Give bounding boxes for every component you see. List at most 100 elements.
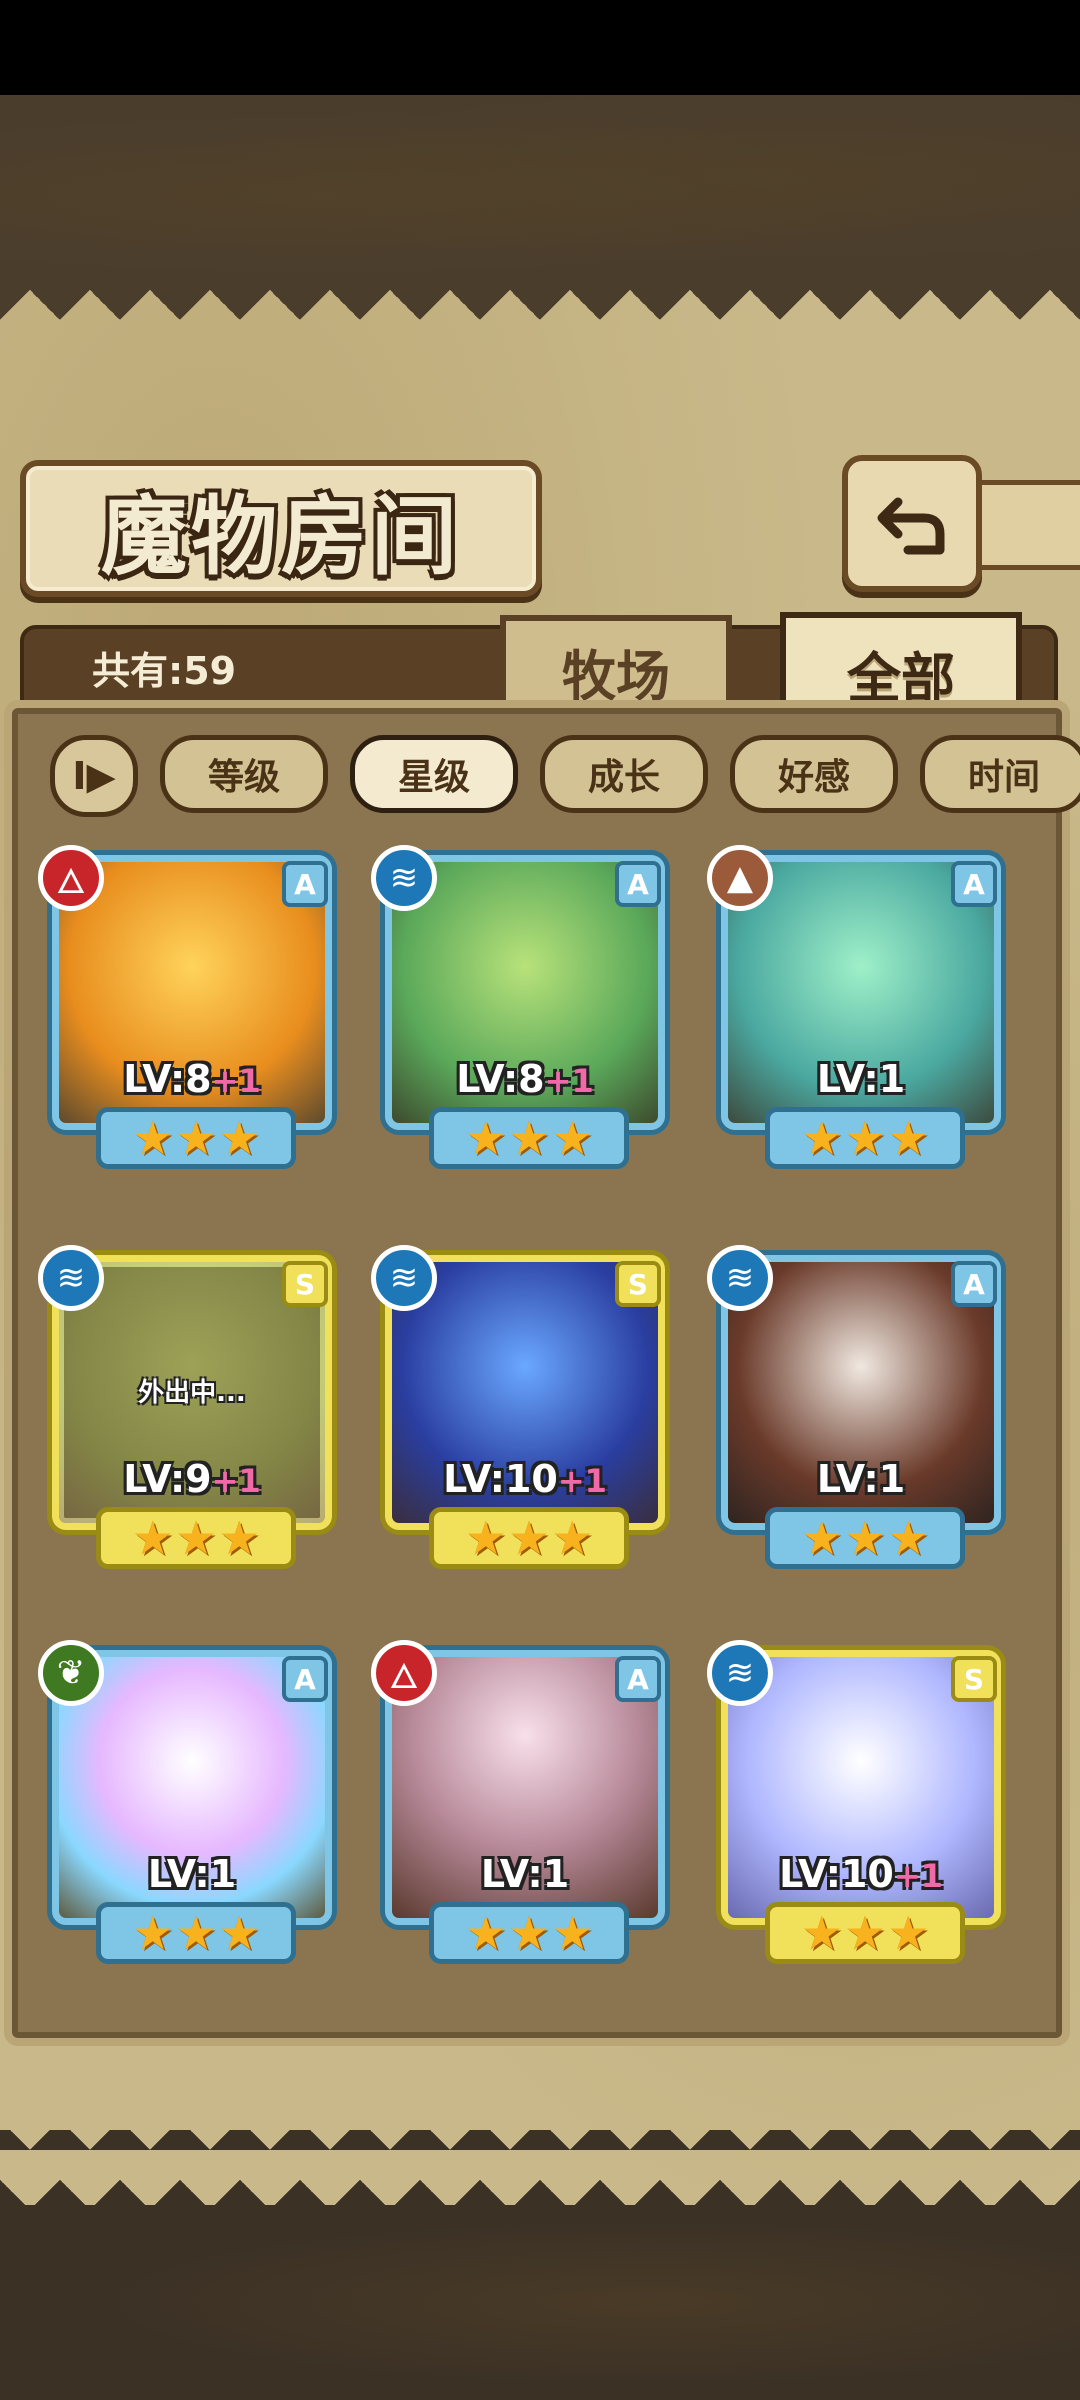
status-bar (0, 0, 1080, 95)
level-bonus: +1 (557, 1462, 607, 1500)
monster-level: LV:10+1 (392, 1457, 658, 1501)
star-icon: ★ (551, 1111, 593, 1165)
star-rating: ★ ★ ★ (429, 1507, 629, 1569)
leaf-icon: ❦ (38, 1640, 104, 1706)
water-waves-icon: ≋ (371, 845, 437, 911)
page-title: 魔物房间 (101, 486, 461, 587)
star-icon: ★ (218, 1111, 260, 1165)
star-icon: ★ (465, 1511, 507, 1565)
monster-card[interactable]: LV:10+1 S ≋ ★ ★ ★ (367, 1245, 667, 1575)
title-plate: 魔物房间 (20, 460, 542, 597)
star-icon: ★ (175, 1906, 217, 1960)
monster-level: LV:1 (728, 1457, 994, 1501)
level-bonus: +1 (211, 1462, 261, 1500)
monster-card[interactable]: LV:8+1 A ≋ ★ ★ ★ (367, 845, 667, 1175)
sort-stars-button[interactable]: 星级 (350, 735, 518, 813)
level-value: LV:1 (480, 1852, 570, 1896)
rank-badge: A (615, 1656, 661, 1702)
monster-card[interactable]: LV:1 A ▲ ★ ★ ★ (703, 845, 1003, 1175)
return-arrow-icon (877, 497, 945, 554)
star-rating: ★ ★ ★ (765, 1902, 965, 1964)
mountain-icon: ▲ (707, 845, 773, 911)
monster-card[interactable]: LV:1 A ❦ ★ ★ ★ (34, 1640, 334, 1970)
star-icon: ★ (844, 1111, 886, 1165)
monster-card[interactable]: LV:10+1 S ≋ ★ ★ ★ (703, 1640, 1003, 1970)
sort-affection-button[interactable]: 好感 (730, 735, 898, 813)
star-icon: ★ (218, 1511, 260, 1565)
back-button[interactable] (842, 455, 982, 592)
star-rating: ★ ★ ★ (96, 1107, 296, 1169)
star-icon: ★ (551, 1906, 593, 1960)
star-icon: ★ (175, 1511, 217, 1565)
water-waves-icon: ≋ (707, 1245, 773, 1311)
level-value: LV:8 (123, 1057, 212, 1101)
level-value: LV:1 (816, 1457, 906, 1501)
star-icon: ★ (887, 1511, 929, 1565)
star-rating: ★ ★ ★ (96, 1507, 296, 1569)
star-icon: ★ (844, 1906, 886, 1960)
monster-level: LV:1 (728, 1057, 994, 1101)
rank-badge: A (951, 861, 997, 907)
star-icon: ★ (132, 1906, 174, 1960)
level-value: LV:1 (816, 1057, 906, 1101)
monster-level: LV:1 (392, 1852, 658, 1896)
star-icon: ★ (801, 1511, 843, 1565)
monster-card[interactable]: 外出中... LV:9+1 S ≋ ★ ★ ★ (34, 1245, 334, 1575)
star-icon: ★ (508, 1111, 550, 1165)
star-icon: ★ (218, 1906, 260, 1960)
star-icon: ★ (175, 1111, 217, 1165)
sort-time-button[interactable]: 时间 (920, 735, 1080, 813)
star-icon: ★ (132, 1111, 174, 1165)
flame-icon: 🜂 (38, 845, 104, 911)
star-icon: ★ (887, 1906, 929, 1960)
star-icon: ★ (465, 1111, 507, 1165)
level-bonus: +1 (211, 1062, 261, 1100)
sort-growth-button[interactable]: 成长 (540, 735, 708, 813)
monster-card[interactable]: LV:8+1 A 🜂 ★ ★ ★ (34, 845, 334, 1175)
level-value: LV:8 (456, 1057, 545, 1101)
water-waves-icon: ≋ (371, 1245, 437, 1311)
water-waves-icon: ≋ (38, 1245, 104, 1311)
star-icon: ★ (465, 1906, 507, 1960)
rank-badge: A (951, 1261, 997, 1307)
level-value: LV:10 (779, 1852, 894, 1896)
back-button-strip (965, 480, 1080, 570)
star-rating: ★ ★ ★ (429, 1107, 629, 1169)
monster-level: LV:8+1 (59, 1057, 325, 1101)
star-icon: ★ (887, 1111, 929, 1165)
monster-card[interactable]: LV:1 A ≋ ★ ★ ★ (703, 1245, 1003, 1575)
star-rating: ★ ★ ★ (96, 1902, 296, 1964)
level-bonus: +1 (893, 1857, 943, 1895)
monster-level: LV:1 (59, 1852, 325, 1896)
water-waves-icon: ≋ (707, 1640, 773, 1706)
rank-badge: A (282, 1656, 328, 1702)
flame-icon: 🜂 (371, 1640, 437, 1706)
level-value: LV:10 (443, 1457, 558, 1501)
sort-bar: I▶ 等级 星级 成长 好感 时间 (50, 735, 1080, 817)
star-icon: ★ (551, 1511, 593, 1565)
map-background-bottom (0, 2205, 1080, 2400)
star-icon: ★ (801, 1906, 843, 1960)
torn-edge-top (0, 290, 1080, 335)
star-rating: ★ ★ ★ (429, 1902, 629, 1964)
map-background-top (0, 95, 1080, 295)
level-bonus: +1 (544, 1062, 594, 1100)
sort-order-toggle[interactable]: I▶ (50, 735, 138, 817)
monster-level: LV:10+1 (728, 1852, 994, 1896)
rank-badge: A (282, 861, 328, 907)
monster-level: LV:8+1 (392, 1057, 658, 1101)
monster-count: 共有:59 (92, 649, 237, 693)
rank-badge: A (615, 861, 661, 907)
sort-level-button[interactable]: 等级 (160, 735, 328, 813)
away-status-label: 外出中... (138, 1378, 246, 1408)
star-icon: ★ (508, 1511, 550, 1565)
monster-level: LV:9+1 (59, 1457, 325, 1501)
rank-badge: S (282, 1261, 328, 1307)
rank-badge: S (951, 1656, 997, 1702)
star-rating: ★ ★ ★ (765, 1107, 965, 1169)
monster-card[interactable]: LV:1 A 🜂 ★ ★ ★ (367, 1640, 667, 1970)
level-value: LV:1 (147, 1852, 237, 1896)
star-icon: ★ (801, 1111, 843, 1165)
star-icon: ★ (132, 1511, 174, 1565)
star-icon: ★ (508, 1906, 550, 1960)
